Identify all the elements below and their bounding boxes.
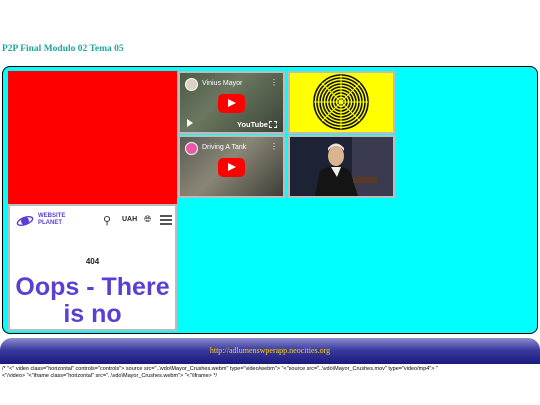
more-options-icon[interactable]: ⋮ [270,78,278,87]
more-options-icon[interactable]: ⋮ [270,142,278,151]
footer-link[interactable]: http://adlumenswperapp.neocities.org [0,346,540,355]
error-code: 404 [85,257,100,266]
video-title[interactable]: Vinius Mayor [202,80,242,87]
youtube-logo[interactable]: YouTube [237,120,268,129]
embedded-website-frame[interactable]: WEBSITE PLANET ⚲ UAH 🌐︎ 404 Oops - There… [8,204,177,331]
portrait-graphic [290,137,393,196]
fullscreen-icon[interactable] [269,121,277,128]
brand-line-1: WEBSITE [38,213,66,219]
spiral-image [288,71,395,134]
website-planet-logo-icon[interactable] [16,214,34,228]
footer-bar: http://adlumenswperapp.neocities.org [0,338,540,364]
code-text-line-2: <"/video> "<"iframe class="horizontal" s… [2,373,218,379]
menu-icon[interactable] [160,215,172,227]
channel-avatar[interactable] [185,142,198,155]
red-block [8,71,177,204]
video-embed-2[interactable]: Driving A Tank ⋮ [178,135,285,198]
video-embed-1[interactable]: Vinius Mayor ⋮ YouTube [178,71,285,134]
code-text-line-1: /* "<" video class="horizontal" controls… [2,366,438,372]
play-icon[interactable] [187,119,193,127]
main-panel: Vinius Mayor ⋮ YouTube Driving A Tank ⋮ [2,66,538,334]
brand-line-2: PLANET [38,220,62,226]
video-title[interactable]: Driving A Tank [202,144,246,151]
globe-icon[interactable]: 🌐︎ [144,214,151,225]
page-title: P2P Final Modulo 02 Tema 05 [2,44,124,54]
error-message: Oops - There is no [15,273,170,328]
currency-selector[interactable]: UAH [122,216,137,223]
channel-avatar[interactable] [185,78,198,91]
search-icon[interactable]: ⚲ [103,214,111,227]
play-button[interactable] [218,158,245,177]
play-button[interactable] [218,94,245,113]
spiral-graphic [313,74,369,130]
portrait-painting [288,135,395,198]
website-brand[interactable]: WEBSITE PLANET [38,213,65,227]
